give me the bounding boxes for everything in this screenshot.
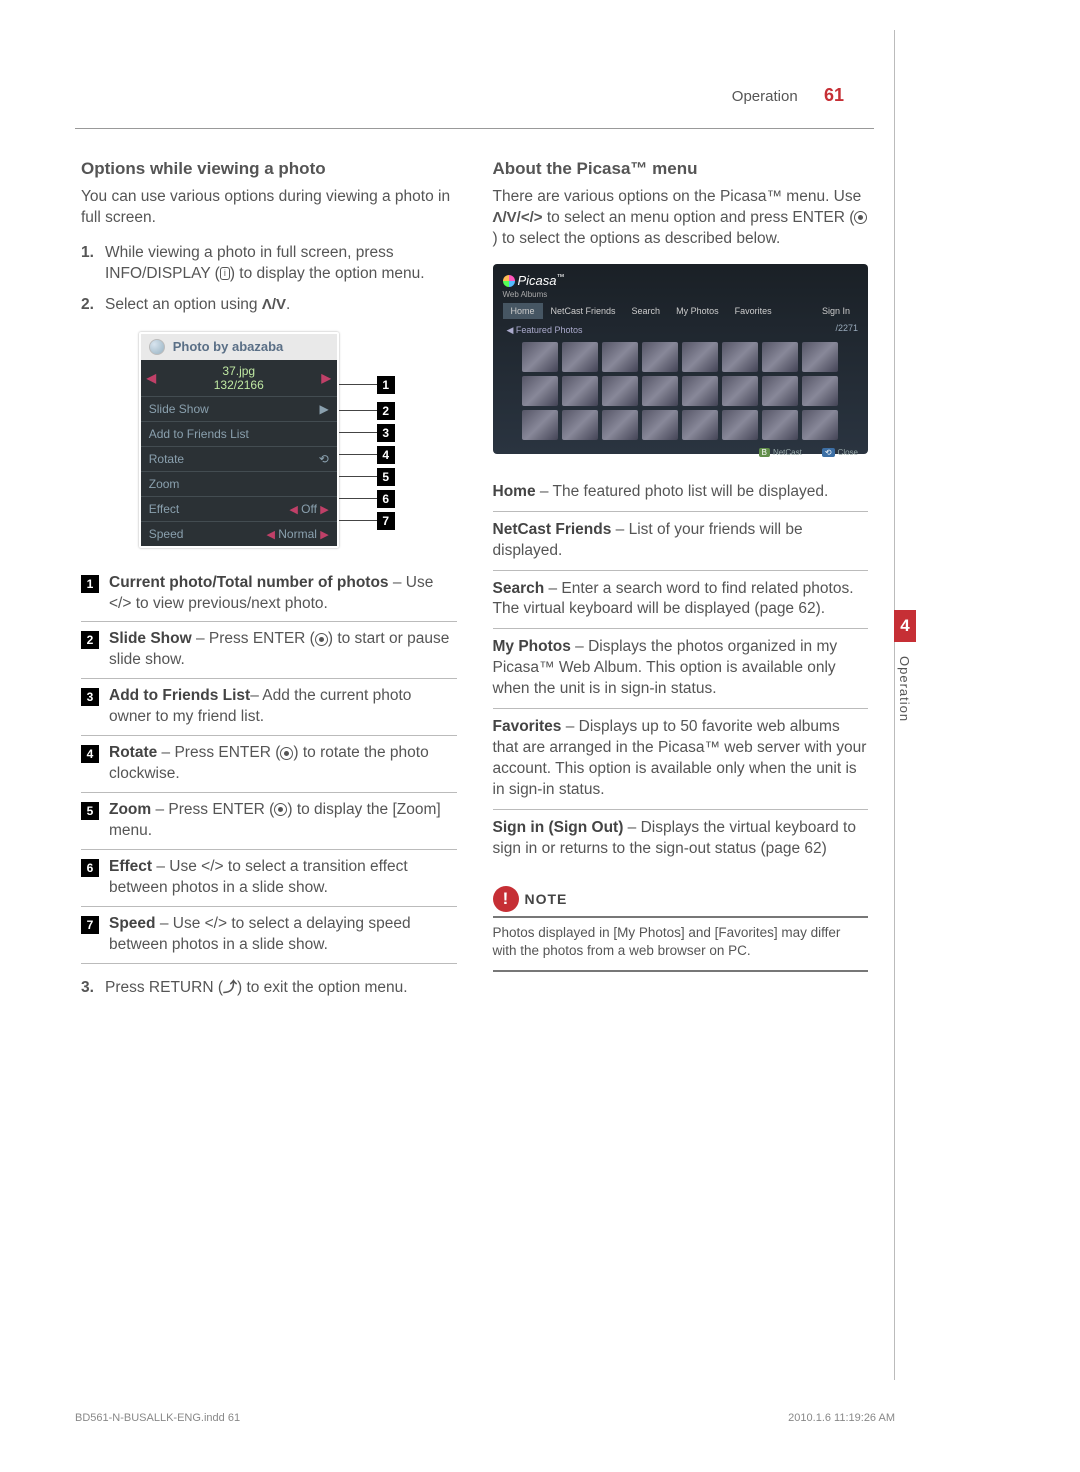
badge-2-icon: 2 [81,631,99,649]
note-block: ! NOTE Photos displayed in [My Photos] a… [493,886,869,972]
header-rule [75,128,874,129]
picasa-screenshot: Picasa™Web Albums Home NetCast Friends S… [493,264,869,454]
prev-arrow-icon: ◀ [147,371,156,385]
photo-filename: 37.jpg [214,364,264,378]
callout-7-icon: 7 [377,512,395,530]
callout-4-icon: 4 [377,446,395,464]
left-column: Options while viewing a photo You can us… [81,159,457,1014]
menu-effect: Effect◀ Off ▶ [141,496,337,521]
print-footer: BD561-N-BUSALLK-ENG.indd 61 2010.1.6 11:… [75,1412,895,1424]
badge-6-icon: 6 [81,859,99,877]
callout-definitions: 1Current photo/Total number of photos – … [81,566,457,964]
info-display-icon: i [220,267,230,280]
enter-icon [854,211,867,224]
photo-option-ui: Photo by abazaba ◀ 37.jpg 132/2166 ▶ Sli… [139,332,399,548]
right-column: About the Picasa™ menu There are various… [493,159,869,1014]
section-name: Operation [732,88,798,105]
step-body: Press RETURN (⤴) to exit the option menu… [105,978,457,999]
side-tab-chapter: 4 [894,610,916,642]
page-number: 61 [824,85,844,105]
next-arrow-icon: ▶ [322,371,331,385]
callout-6-icon: 6 [377,490,395,508]
return-icon: ⤴ [223,978,237,997]
picasa-thumb-grid [503,342,859,440]
badge-1-icon: 1 [81,575,99,593]
picasa-footer: BNetCast ⟲Close [503,448,859,457]
up-down-arrows-glyph: Λ/V [262,296,286,313]
enter-icon [280,747,293,760]
photo-card: Photo by abazaba ◀ 37.jpg 132/2166 ▶ Sli… [139,332,339,548]
right-intro: There are various options on the Picasa™… [493,187,869,250]
menu-add-friends: Add to Friends List [141,421,337,446]
photo-counter-strip: ◀ 37.jpg 132/2166 ▶ [141,360,337,396]
side-tab-label: Operation [894,642,915,736]
steps-list-top: 1. While viewing a photo in full screen,… [81,243,457,316]
right-heading: About the Picasa™ menu [493,159,869,179]
picasa-tabs: Home NetCast Friends Search My Photos Fa… [503,303,859,319]
menu-zoom: Zoom [141,471,337,496]
step-number: 1. [81,243,105,285]
step-body: While viewing a photo in full screen, pr… [105,243,457,285]
photo-title-row: Photo by abazaba [141,334,337,360]
footer-timestamp: 2010.1.6 11:19:26 AM [788,1412,895,1424]
menu-speed: Speed◀ Normal ▶ [141,521,337,546]
callout-5-icon: 5 [377,468,395,486]
step-body: Select an option using Λ/V. [105,295,457,316]
note-header: ! NOTE [493,886,869,918]
note-icon: ! [493,886,519,912]
step-number: 2. [81,295,105,316]
picasa-logo-icon [503,275,515,287]
nav-arrows-glyph: Λ/V/</> [493,209,543,226]
photo-counter: 132/2166 [214,378,264,392]
footer-file: BD561-N-BUSALLK-ENG.indd 61 [75,1412,240,1424]
featured-count: /2271 [835,323,858,338]
note-body: Photos displayed in [My Photos] and [Fav… [493,924,869,960]
step-number: 3. [81,978,105,999]
photo-author: Photo by abazaba [173,339,284,354]
enter-icon [315,633,328,646]
globe-icon [149,339,165,355]
menu-rotate: Rotate⟲ [141,446,337,471]
callout-3-icon: 3 [377,424,395,442]
badge-3-icon: 3 [81,688,99,706]
picasa-menu-definitions: Home – The featured photo list will be d… [493,474,869,868]
enter-icon [274,803,287,816]
two-column-layout: Options while viewing a photo You can us… [75,159,874,1014]
picasa-logo-text: Picasa™Web Albums [503,273,859,299]
badge-5-icon: 5 [81,802,99,820]
callout-1-icon: 1 [377,376,395,394]
steps-list-bottom: 3. Press RETURN (⤴) to exit the option m… [81,978,457,999]
running-header: Operation 61 [75,30,874,116]
page-frame: Operation 61 Options while viewing a pho… [75,30,895,1380]
side-tab: 4 Operation [894,610,916,736]
menu-slide-show: Slide Show▶ [141,396,337,421]
featured-label: ◀ Featured Photos [503,323,587,338]
left-heading: Options while viewing a photo [81,159,457,179]
left-intro: You can use various options during viewi… [81,187,457,229]
callout-2-icon: 2 [377,402,395,420]
note-label: NOTE [525,891,568,907]
badge-4-icon: 4 [81,745,99,763]
badge-7-icon: 7 [81,916,99,934]
